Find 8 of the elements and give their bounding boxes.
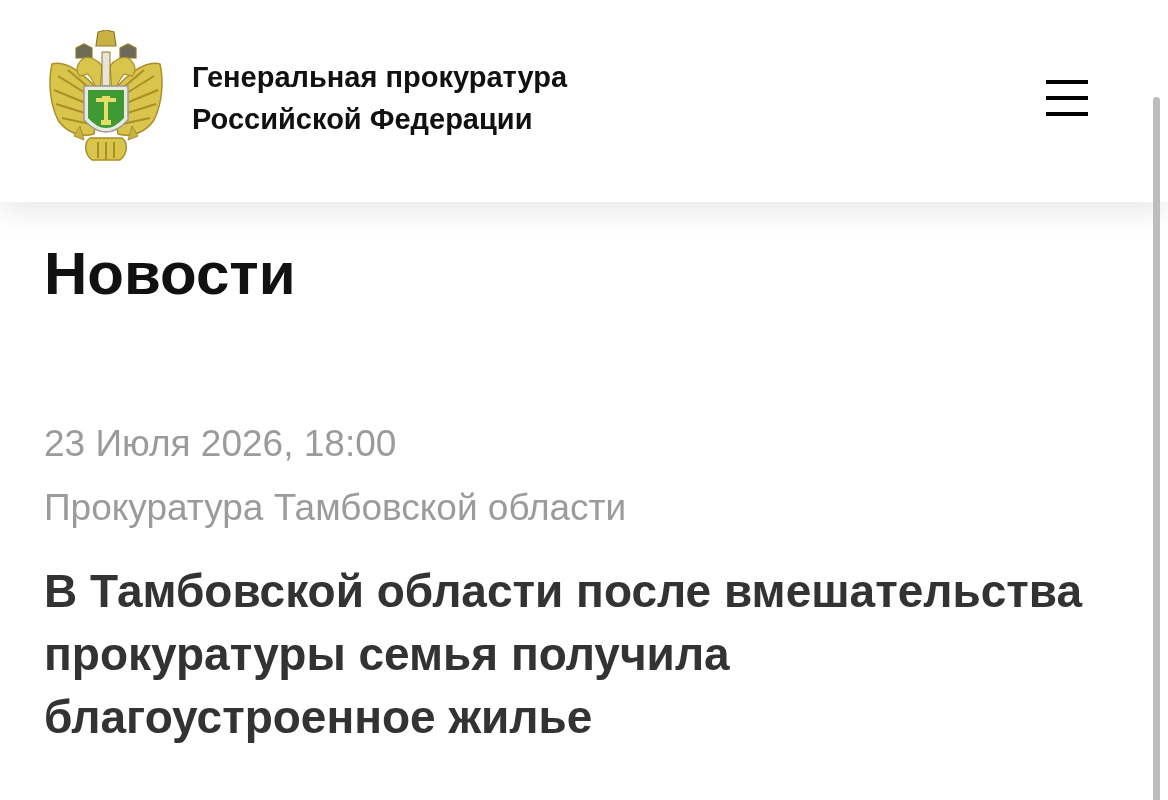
article-source: Прокуратура Тамбовской области	[44, 486, 627, 530]
scrollbar-thumb[interactable]	[1153, 97, 1160, 800]
site-name: Генеральная прокуратура Российской Федерации	[192, 60, 569, 137]
article-headline[interactable]: В Тамбовской области после вмешательства прокуратуры семья получила благоустроенное жилье	[44, 560, 1120, 749]
section-title: Новости	[44, 239, 296, 309]
menu-button[interactable]	[1046, 80, 1088, 116]
menu-icon	[1046, 80, 1088, 116]
article-date: 23 Июля 2026, 18:00	[44, 422, 397, 466]
